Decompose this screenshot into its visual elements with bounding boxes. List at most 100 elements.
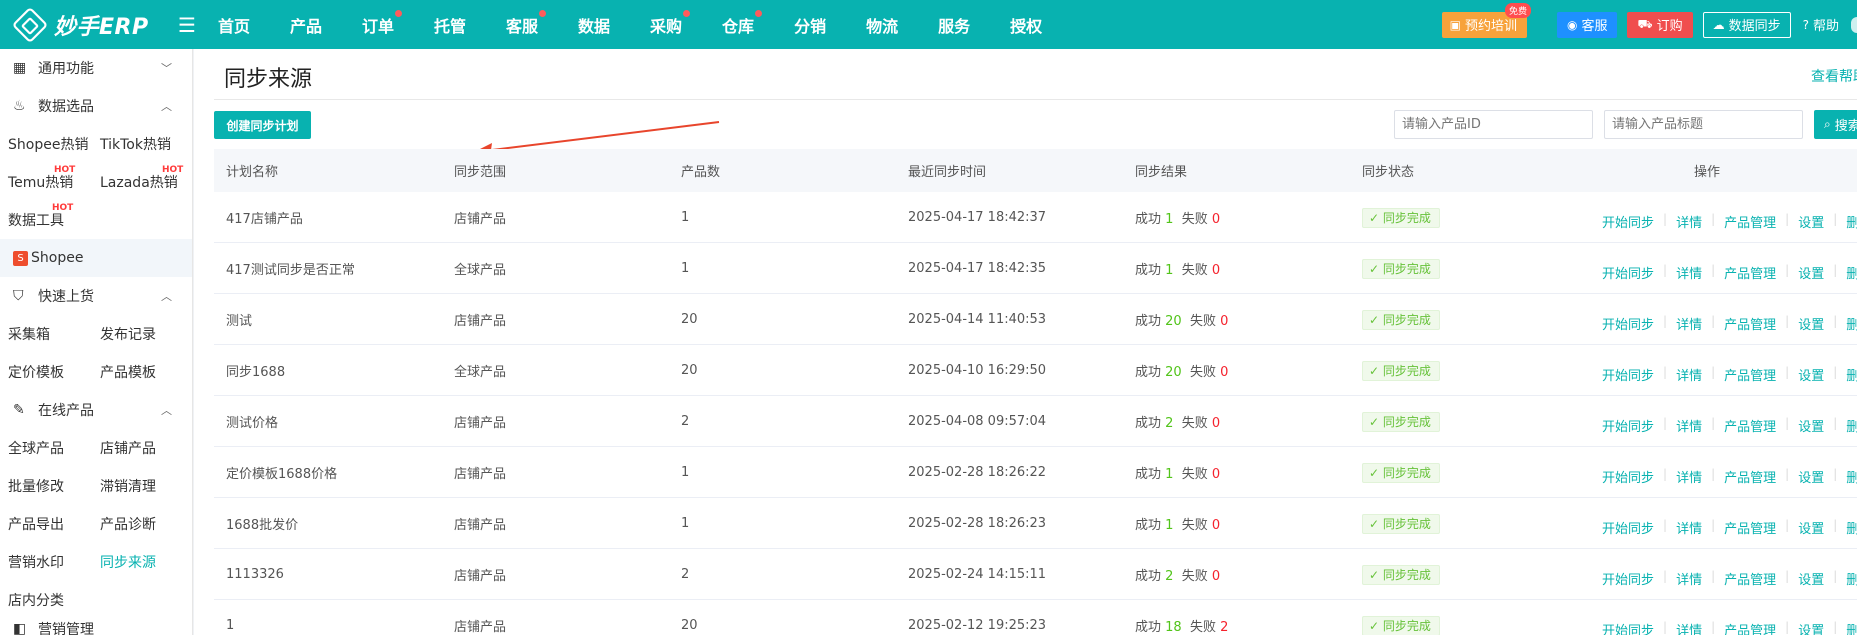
product-manage-link[interactable]: 产品管理 [1724, 620, 1776, 635]
settings-link[interactable]: 设置 [1798, 416, 1824, 435]
nav-item[interactable]: 服务 [938, 13, 970, 37]
details-link[interactable]: 详情 [1676, 467, 1702, 486]
table-row: 1113326 店铺产品 2 2025-02-24 14:15:11 成功 2 失败 0… [214, 549, 1857, 600]
product-id-input[interactable] [1394, 110, 1593, 139]
nav-item[interactable]: 授权 [1010, 13, 1042, 37]
settings-link[interactable]: 设置 [1798, 314, 1824, 333]
delete-link[interactable]: 删除 [1846, 518, 1857, 537]
search-button[interactable]: ⌕ 搜索 [1814, 110, 1857, 139]
sidebar-item-temu-hot[interactable]: Temu热销 HOT [0, 165, 92, 192]
start-sync-link[interactable]: 开始同步 [1602, 416, 1654, 435]
product-manage-link[interactable]: 产品管理 [1724, 365, 1776, 384]
help-link[interactable]: ? 帮助 [1803, 15, 1839, 35]
nav-item[interactable]: 订单 [362, 9, 402, 37]
details-link[interactable]: 详情 [1676, 314, 1702, 333]
start-sync-link[interactable]: 开始同步 [1602, 569, 1654, 588]
create-sync-plan-button[interactable]: 创建同步计划 [214, 111, 311, 139]
sidebar-item-product-diagnosis[interactable]: 产品诊断 [92, 514, 184, 534]
sidebar-group-quick-upload[interactable]: ⛉ 快速上货 ︿ [0, 277, 192, 315]
delete-link[interactable]: 删除 [1846, 365, 1857, 384]
settings-link[interactable]: 设置 [1798, 518, 1824, 537]
delete-link[interactable]: 删除 [1846, 620, 1857, 635]
sidebar-item-data-tools[interactable]: 数据工具 HOT [0, 203, 92, 230]
sidebar-item-shopee[interactable]: S Shopee [0, 239, 192, 277]
start-sync-link[interactable]: 开始同步 [1602, 263, 1654, 282]
training-button[interactable]: ▣ 预约培训 免费 [1441, 2, 1531, 38]
nav-item[interactable]: 产品 [290, 13, 322, 37]
details-link[interactable]: 详情 [1676, 263, 1702, 282]
sidebar-item-collection-box[interactable]: 采集箱 [0, 324, 92, 344]
start-sync-link[interactable]: 开始同步 [1602, 314, 1654, 333]
settings-link[interactable]: 设置 [1798, 263, 1824, 282]
sidebar-item-marketing-watermark[interactable]: 营销水印 [0, 552, 92, 572]
sidebar-item-sync-source[interactable]: 同步来源 [92, 552, 184, 572]
details-link[interactable]: 详情 [1676, 518, 1702, 537]
product-manage-link[interactable]: 产品管理 [1724, 416, 1776, 435]
details-link[interactable]: 详情 [1676, 416, 1702, 435]
delete-link[interactable]: 删除 [1846, 416, 1857, 435]
start-sync-link[interactable]: 开始同步 [1602, 467, 1654, 486]
details-link[interactable]: 详情 [1676, 365, 1702, 384]
order-button[interactable]: ⛟ 订购 [1627, 11, 1693, 38]
separator: | [1785, 467, 1790, 481]
product-manage-link[interactable]: 产品管理 [1724, 212, 1776, 231]
sidebar-item-product-template[interactable]: 产品模板 [92, 362, 184, 382]
sidebar-item-store-products[interactable]: 店铺产品 [92, 438, 184, 458]
nav-item[interactable]: 客服 [506, 9, 547, 37]
nav-item[interactable]: 托管 [434, 13, 466, 37]
sidebar-item-product-export[interactable]: 产品导出 [0, 514, 92, 534]
start-sync-link[interactable]: 开始同步 [1602, 620, 1654, 635]
delete-link[interactable]: 删除 [1846, 212, 1857, 231]
data-sync-button[interactable]: ☁ 数据同步 [1702, 11, 1791, 38]
sidebar-item-tiktok-hot[interactable]: TikTok热销 [92, 134, 184, 154]
nav-item[interactable]: 分销 [794, 13, 826, 37]
nav-item[interactable]: 采购 [650, 9, 691, 37]
settings-link[interactable]: 设置 [1798, 569, 1824, 588]
delete-link[interactable]: 删除 [1846, 314, 1857, 333]
sidebar-group-online-products[interactable]: ✎ 在线产品 ︿ [0, 391, 192, 429]
hot-badge: HOT [52, 203, 74, 213]
nav-item[interactable]: 首页 [218, 13, 250, 37]
settings-link[interactable]: 设置 [1798, 365, 1824, 384]
view-help-link[interactable]: 查看帮助 [1811, 66, 1857, 86]
product-manage-link[interactable]: 产品管理 [1724, 518, 1776, 537]
nav-item[interactable]: 数据 [578, 13, 610, 37]
cell-sync-status: ✓ 同步完成 [1362, 513, 1440, 534]
settings-link[interactable]: 设置 [1798, 467, 1824, 486]
sidebar-item-global-products[interactable]: 全球产品 [0, 438, 92, 458]
nav-item[interactable]: 物流 [866, 13, 898, 37]
sidebar-item-slow-clearance[interactable]: 滞销清理 [92, 476, 184, 496]
start-sync-link[interactable]: 开始同步 [1602, 212, 1654, 231]
settings-link[interactable]: 设置 [1798, 212, 1824, 231]
sidebar-group-marketing[interactable]: ◧ 营销管理 [0, 619, 192, 635]
product-manage-link[interactable]: 产品管理 [1724, 569, 1776, 588]
fail-count: 0 [1211, 415, 1221, 431]
sidebar-item-shopee-hot[interactable]: Shopee热销 [0, 134, 92, 154]
sidebar-item-lazada-hot[interactable]: Lazada热销 HOT [92, 165, 184, 192]
settings-link[interactable]: 设置 [1798, 620, 1824, 635]
delete-link[interactable]: 删除 [1846, 569, 1857, 588]
app-logo[interactable]: 妙手ERP [11, 6, 158, 43]
sidebar-item-store-category[interactable]: 店内分类 [0, 590, 92, 610]
avatar-edge[interactable] [1851, 16, 1857, 33]
sidebar-item-batch-edit[interactable]: 批量修改 [0, 476, 92, 496]
customer-service-button[interactable]: ◉ 客服 [1556, 11, 1618, 38]
product-manage-link[interactable]: 产品管理 [1724, 263, 1776, 282]
details-link[interactable]: 详情 [1676, 569, 1702, 588]
delete-link[interactable]: 删除 [1846, 467, 1857, 486]
details-link[interactable]: 详情 [1676, 212, 1702, 231]
start-sync-link[interactable]: 开始同步 [1602, 518, 1654, 537]
hamburger-menu-icon[interactable]: ☰ [178, 13, 196, 37]
product-title-input[interactable] [1604, 110, 1803, 139]
delete-link[interactable]: 删除 [1846, 263, 1857, 282]
sidebar-item-pricing-template[interactable]: 定价模板 [0, 362, 92, 382]
product-manage-link[interactable]: 产品管理 [1724, 314, 1776, 333]
start-sync-link[interactable]: 开始同步 [1602, 365, 1654, 384]
nav-item[interactable]: 仓库 [722, 9, 763, 37]
sidebar-group-data-select[interactable]: ♨ 数据选品 ︿ [0, 87, 192, 125]
product-manage-link[interactable]: 产品管理 [1724, 467, 1776, 486]
details-link[interactable]: 详情 [1676, 620, 1702, 635]
sidebar-group-general[interactable]: ▦ 通用功能 ﹀ [0, 49, 192, 87]
sidebar-item-publish-records[interactable]: 发布记录 [92, 324, 184, 344]
cell-product-count: 20 [681, 617, 698, 633]
